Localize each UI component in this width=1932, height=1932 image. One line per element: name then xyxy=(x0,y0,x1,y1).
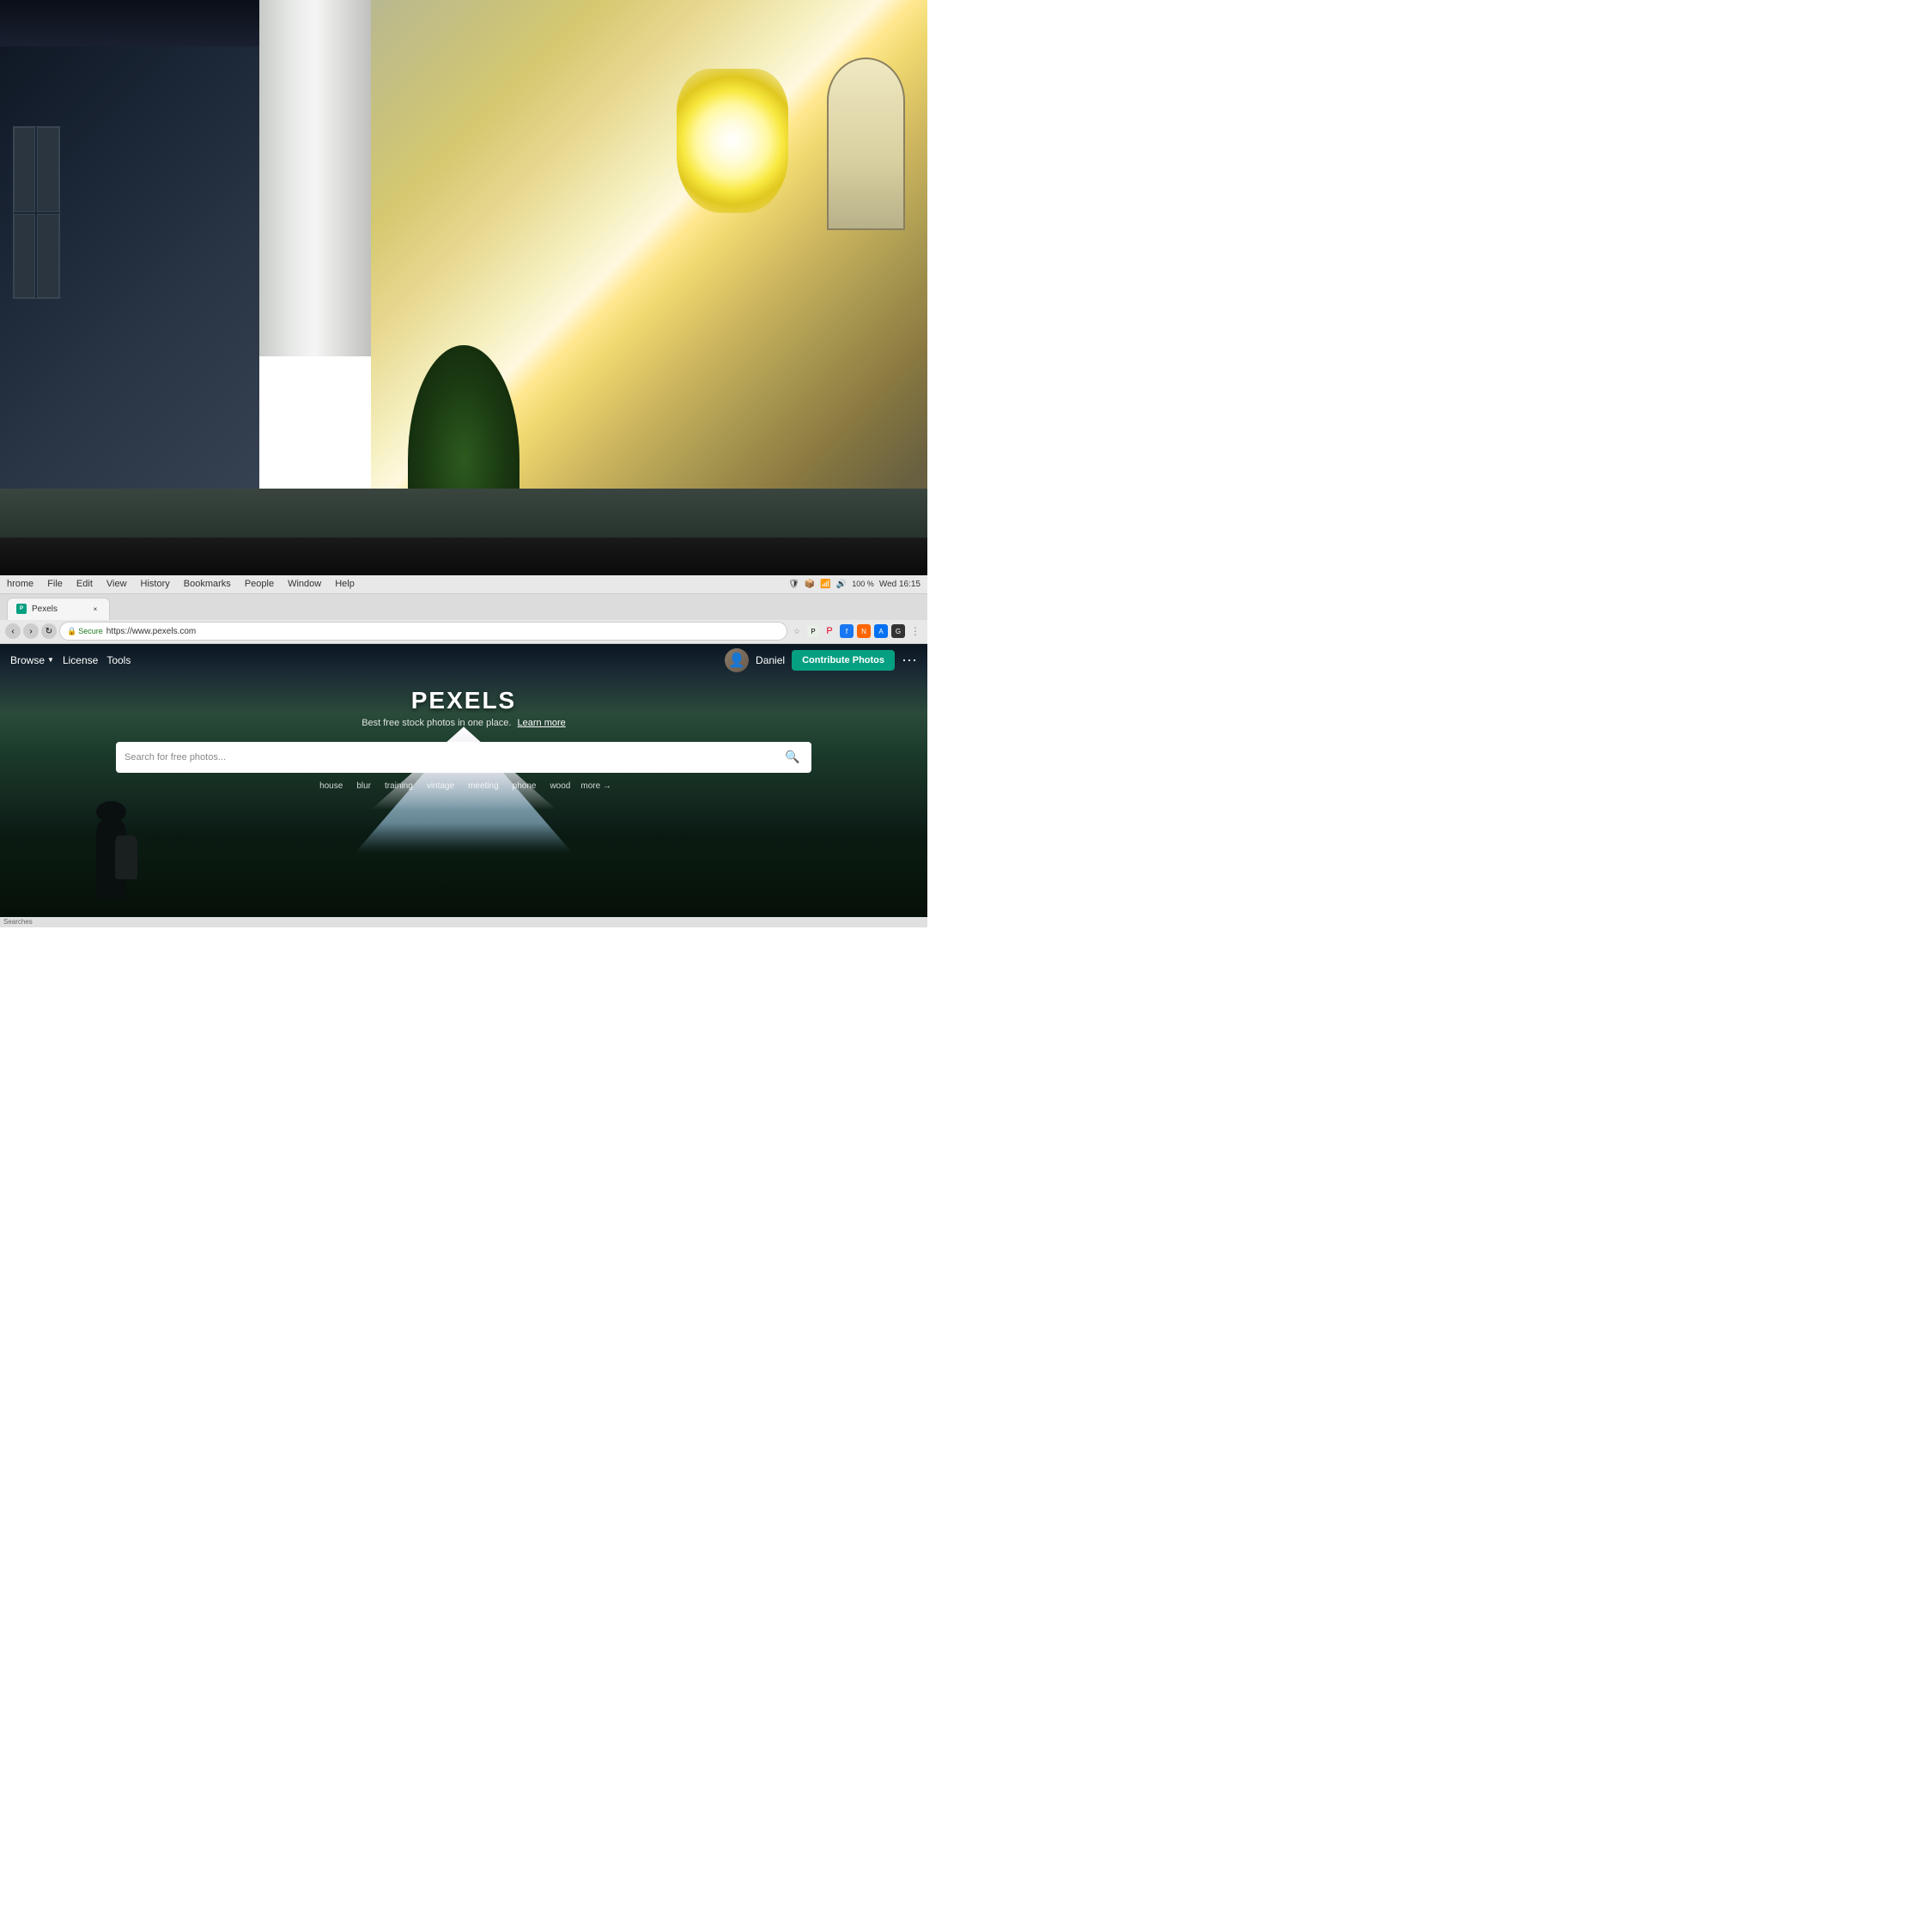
more-options-button[interactable]: ··· xyxy=(902,651,917,669)
url-text: https://www.pexels.com xyxy=(106,627,196,636)
wifi-icon: 📶 xyxy=(820,580,830,589)
search-bar[interactable]: Search for free photos... 🔍 xyxy=(116,742,811,773)
menu-bookmarks[interactable]: Bookmarks xyxy=(184,579,231,589)
tab-favicon: P xyxy=(16,604,27,614)
menu-history[interactable]: History xyxy=(141,579,170,589)
grid-windows xyxy=(13,126,59,299)
menu-view[interactable]: View xyxy=(106,579,127,589)
shield-icon: 🛡 xyxy=(788,580,799,589)
menu-items: hrome File Edit View History Bookmarks P… xyxy=(7,579,355,589)
concrete-pillar xyxy=(259,0,371,356)
light-burst xyxy=(677,69,788,212)
lock-icon: 🔒 xyxy=(67,627,76,636)
ext-icon-1[interactable]: P xyxy=(807,625,819,637)
pexels-nav-right: 👤 Daniel Contribute Photos ··· xyxy=(725,648,917,672)
search-icon: 🔍 xyxy=(785,750,799,764)
learn-more-link[interactable]: Learn more xyxy=(518,718,566,728)
forward-button[interactable]: › xyxy=(23,623,39,639)
tools-button[interactable]: Tools xyxy=(106,654,131,666)
secure-label: Secure xyxy=(78,627,103,635)
browser-tab-pexels[interactable]: P Pexels × xyxy=(7,598,110,620)
volume-icon: 🔊 xyxy=(836,580,847,589)
tag-blur[interactable]: blur xyxy=(353,780,374,793)
tagline: Best free stock photos in one place. Lea… xyxy=(0,718,927,728)
status-text: Searches xyxy=(3,918,33,926)
person-head xyxy=(96,801,126,823)
browse-button[interactable]: Browse ▼ xyxy=(10,654,54,666)
tag-more-link[interactable]: more → xyxy=(580,780,611,793)
pinterest-icon[interactable]: P xyxy=(823,624,836,638)
tab-close-button[interactable]: × xyxy=(90,604,100,614)
dropbox-icon: 📦 xyxy=(805,580,815,589)
monitor-bezel xyxy=(0,538,927,574)
person-backpack xyxy=(115,835,137,879)
ext-icon-5[interactable]: G xyxy=(891,624,905,638)
menu-bar-right: 🛡 📦 📶 🔊 100 % Wed 16:15 xyxy=(788,580,920,589)
ext-icon-4[interactable]: A xyxy=(874,624,888,638)
clock: Wed 16:15 xyxy=(879,580,920,589)
reload-button[interactable]: ↻ xyxy=(41,623,57,639)
hero-content: PEXELS Best free stock photos in one pla… xyxy=(0,677,927,735)
contribute-photos-button[interactable]: Contribute Photos xyxy=(792,650,895,671)
status-bar: Searches xyxy=(0,917,927,927)
window-pane xyxy=(37,214,58,298)
person-silhouette xyxy=(74,801,148,898)
toolbar-row: ‹ › ↻ 🔒 Secure https://www.pexels.com ☆ … xyxy=(0,620,927,644)
menu-people[interactable]: People xyxy=(245,579,274,589)
pexels-navbar: Browse ▼ License Tools 👤 Daniel Contribu… xyxy=(0,644,927,677)
window-pane xyxy=(14,127,35,211)
secure-badge: 🔒 Secure xyxy=(67,627,103,636)
search-placeholder-text: Search for free photos... xyxy=(125,752,775,762)
license-button[interactable]: License xyxy=(63,654,98,666)
pexels-nav-left: Browse ▼ License Tools xyxy=(10,654,131,666)
extension-icons: ☆ P P f N A G ⋮ xyxy=(790,624,922,638)
pexels-logo: PEXELS xyxy=(0,687,927,714)
address-bar[interactable]: 🔒 Secure https://www.pexels.com xyxy=(59,622,787,641)
tag-training[interactable]: training xyxy=(381,780,416,793)
more-tools-icon[interactable]: ⋮ xyxy=(908,624,922,638)
tag-vintage[interactable]: vintage xyxy=(423,780,458,793)
search-icon-wrap: 🔍 xyxy=(782,747,803,768)
menu-edit[interactable]: Edit xyxy=(76,579,93,589)
ext-icon-2[interactable]: f xyxy=(840,624,854,638)
tag-wood[interactable]: wood xyxy=(546,780,574,793)
window-pane xyxy=(14,214,35,298)
tab-title: Pexels xyxy=(32,605,58,614)
menu-help[interactable]: Help xyxy=(335,579,355,589)
browse-label: Browse xyxy=(10,654,45,666)
arch-window xyxy=(827,58,905,230)
menu-bar: hrome File Edit View History Bookmarks P… xyxy=(0,575,927,594)
user-name-label: Daniel xyxy=(756,654,785,666)
background-photo xyxy=(0,0,927,575)
tab-bar: P Pexels × xyxy=(0,594,927,620)
tag-meeting[interactable]: meeting xyxy=(465,780,502,793)
menu-window[interactable]: Window xyxy=(288,579,321,589)
avatar-icon: 👤 xyxy=(728,652,745,669)
back-button[interactable]: ‹ xyxy=(5,623,21,639)
window-pane xyxy=(37,127,58,211)
browser-chrome: hrome File Edit View History Bookmarks P… xyxy=(0,575,927,927)
menu-chrome[interactable]: hrome xyxy=(7,579,33,589)
search-container: Search for free photos... 🔍 xyxy=(116,742,811,773)
tag-pills: house blur training vintage meeting phon… xyxy=(0,780,927,793)
ext-icon-3[interactable]: N xyxy=(857,624,871,638)
tag-phone[interactable]: phone xyxy=(509,780,540,793)
menu-file[interactable]: File xyxy=(47,579,63,589)
tagline-text: Best free stock photos in one place. xyxy=(361,718,511,728)
tag-house[interactable]: house xyxy=(316,780,346,793)
chevron-down-icon: ▼ xyxy=(47,656,54,664)
star-icon[interactable]: ☆ xyxy=(790,624,804,638)
user-avatar[interactable]: 👤 xyxy=(725,648,749,672)
pexels-site: Browse ▼ License Tools 👤 Daniel Contribu… xyxy=(0,644,927,920)
battery-label: 100 % xyxy=(852,580,874,588)
